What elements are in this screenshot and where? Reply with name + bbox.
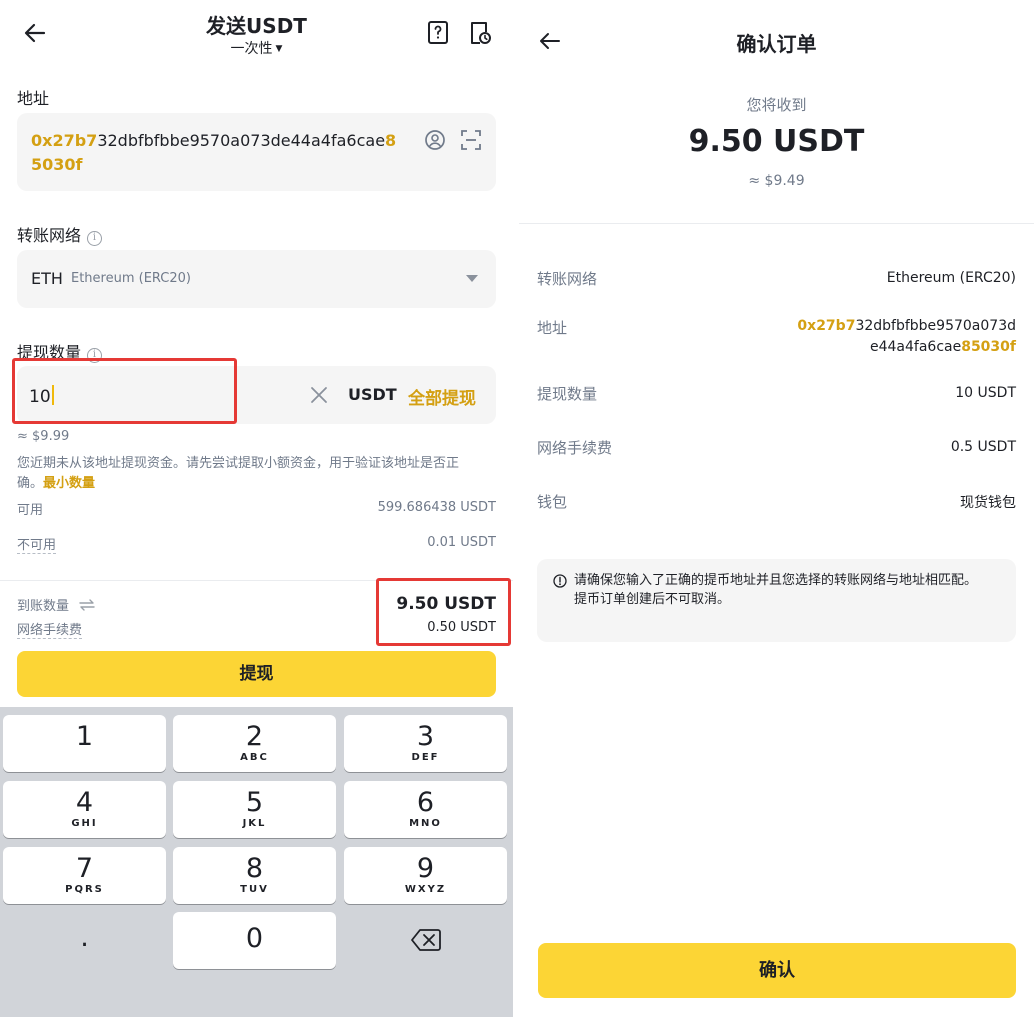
withdraw-button[interactable]: 提现 — [17, 651, 496, 697]
confirm-button[interactable]: 确认 — [538, 943, 1016, 998]
amount-unit: USDT — [348, 385, 397, 404]
amount-value: 10 USDT — [955, 385, 1016, 401]
address-field[interactable]: 0x27b732dbfbfbbe9570a073de44a4fa6cae8503… — [17, 113, 496, 191]
fee-value: 0.5 USDT — [950, 439, 1016, 455]
key-4[interactable]: 4 GHI — [3, 781, 166, 838]
key-8[interactable]: 8 TUV — [173, 847, 336, 904]
amount-label: 提现数量 — [537, 385, 598, 403]
clear-icon[interactable] — [309, 385, 329, 405]
receive-label: 您将收到 — [746, 96, 807, 114]
annotation-box-receive — [376, 578, 511, 646]
mode-label: 一次性 — [230, 41, 273, 57]
key-0[interactable]: 0 — [173, 912, 336, 969]
key-9[interactable]: 9 WXYZ — [344, 847, 507, 904]
notice-box: 请确保您输入了正确的提币地址并且您选择的转账网络与地址相匹配。 提币订单创建后不… — [537, 559, 1016, 642]
wallet-label: 钱包 — [537, 493, 568, 511]
wallet-value: 现货钱包 — [960, 495, 1016, 511]
network-selector[interactable]: ETH Ethereum (ERC20) — [17, 250, 496, 308]
amount-usd: ≈ $9.99 — [17, 429, 70, 444]
address-value: 0x27b732dbfbfbbe9570a073de44a4fa6cae8503… — [797, 318, 1016, 355]
numeric-keypad: 1 2 ABC 3 DEF 4 GHI 5 JKL 6 MNO 7 PQRS 8 TUV 9W… — [0, 707, 513, 1017]
address-label: 地址 — [17, 89, 50, 108]
key-backspace[interactable] — [344, 912, 507, 969]
key-5[interactable]: 5 JKL — [173, 781, 336, 838]
scan-icon[interactable] — [460, 129, 482, 151]
key-2[interactable]: 2 ABC — [173, 715, 336, 772]
withdraw-all-button[interactable]: 全部提现 — [408, 384, 476, 409]
unavailable-label[interactable]: 不可用 — [17, 538, 57, 554]
swap-icon[interactable] — [79, 599, 95, 611]
send-usdt-screen: 发送USDT 一次性 ▼ 地址 0x27b732dbfbfbbe9570a073d… — [0, 0, 513, 1017]
chevron-down-icon: ▼ — [275, 44, 283, 54]
available-value: 599.686438 USDT — [377, 500, 496, 515]
key-3[interactable]: 3 DEF — [344, 715, 507, 772]
dropdown-caret-icon — [466, 275, 478, 282]
fee-label[interactable]: 网络手续费 — [17, 623, 83, 639]
key-decimal[interactable]: . — [3, 912, 166, 969]
network-label: 转账网络 i — [17, 222, 103, 246]
notice-text: 请确保您输入了正确的提币地址并且您选择的转账网络与地址相匹配。 提币订单创建后不… — [574, 573, 978, 607]
address-label: 地址 — [537, 319, 568, 337]
contact-book-icon[interactable] — [424, 129, 446, 151]
confirm-order-screen: 确认订单 您将收到 9.50 USDT ≈ $9.49 转账网络 Ethereu… — [519, 0, 1034, 1017]
alert-circle-icon — [553, 574, 567, 588]
key-6[interactable]: 6 MNO — [344, 781, 507, 838]
receive-usd: ≈ $9.49 — [748, 173, 805, 189]
annotation-box-amount — [12, 358, 237, 424]
min-amount-link[interactable]: 最小数量 — [43, 476, 95, 491]
network-symbol: ETH — [31, 269, 63, 288]
receive-label: 到账数量 — [17, 595, 95, 614]
address-value: 0x27b732dbfbfbbe9570a073de44a4fa6cae8503… — [31, 131, 397, 174]
divider — [519, 223, 1034, 224]
fee-label: 网络手续费 — [537, 439, 613, 457]
receive-amount: 9.50 USDT — [688, 124, 865, 159]
network-value: Ethereum (ERC20) — [886, 270, 1016, 286]
unavailable-value: 0.01 USDT — [427, 535, 496, 550]
warning-text: 您近期未从该地址提现资金。请先尝试提取小额资金，用于验证该地址是否正确。最小数量 — [17, 456, 460, 491]
key-1[interactable]: 1 — [3, 715, 166, 772]
network-name: Ethereum (ERC20) — [71, 271, 192, 286]
key-7[interactable]: 7 PQRS — [3, 847, 166, 904]
network-label: 转账网络 — [537, 270, 598, 288]
page-title: 确认订单 — [736, 32, 817, 56]
history-icon[interactable] — [468, 20, 492, 46]
help-book-icon[interactable] — [426, 20, 450, 46]
info-icon[interactable]: i — [87, 231, 103, 246]
backspace-icon — [410, 929, 441, 951]
available-label: 可用 — [17, 503, 44, 518]
